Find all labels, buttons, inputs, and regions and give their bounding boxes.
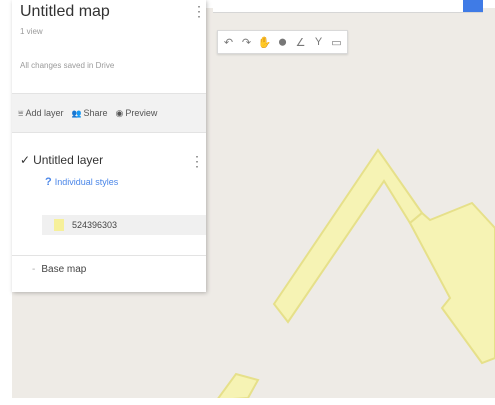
style-link-label: Individual styles [54,177,119,187]
preview-icon: ◉ [115,107,124,118]
marker-icon[interactable]: ⬤ [275,33,290,51]
action-bar: ⩸ Add layer 👥 Share ◉ Preview [12,93,206,133]
ruler-icon[interactable]: ▭ [329,33,344,51]
polygon-shape-bottom[interactable] [217,372,260,398]
preview-label: Preview [125,108,158,118]
layer-header[interactable]: ✓ Untitled layer [20,153,103,167]
add-layer-label: Add layer [25,108,64,118]
save-status: All changes saved in Drive [20,61,115,70]
style-paint-icon: ? [45,176,52,188]
directions-icon[interactable]: Y [311,33,326,51]
map-title[interactable]: Untitled map [20,3,110,21]
undo-icon[interactable]: ↶ [221,33,236,51]
share-label: Share [83,108,108,118]
map-toolbar: ↶ ↷ ✋ ⬤ ∠ Y ▭ [217,30,348,54]
search-button[interactable] [463,0,483,12]
item-color-swatch[interactable] [54,219,64,231]
layer-menu-icon[interactable]: ⋮ [190,154,204,168]
layer-name[interactable]: Untitled layer [33,153,103,167]
draw-line-icon[interactable]: ∠ [293,33,308,51]
divider [12,255,206,256]
add-layer-icon: ⩸ [18,107,24,118]
style-link[interactable]: ? Individual styles [45,176,118,188]
search-bar[interactable] [213,0,483,13]
basemap-toggle[interactable]: - [32,264,35,275]
add-layer-button[interactable]: ⩸ Add layer [18,108,64,119]
basemap-label: Base map [41,264,87,275]
view-count: 1 view [20,27,43,36]
polygon-shape-right[interactable] [408,201,495,365]
map-panel: Untitled map ⋮ 1 view All changes saved … [12,0,206,292]
hand-icon[interactable]: ✋ [257,33,272,51]
share-icon: 👥 [71,108,82,118]
redo-icon[interactable]: ↷ [239,33,254,51]
share-button[interactable]: 👥 Share [72,108,108,118]
polygon-shape-peak[interactable] [272,148,424,324]
map-menu-icon[interactable]: ⋮ [192,4,206,18]
basemap-row[interactable]: - Base map [32,264,86,275]
layer-item[interactable]: 524396303 [42,215,206,235]
preview-button[interactable]: ◉ Preview [116,108,158,119]
item-label: 524396303 [72,220,118,230]
layer-checkbox[interactable]: ✓ [20,153,30,167]
app-frame: ↶ ↷ ✋ ⬤ ∠ Y ▭ Untitled map ⋮ 1 view All … [0,0,495,405]
